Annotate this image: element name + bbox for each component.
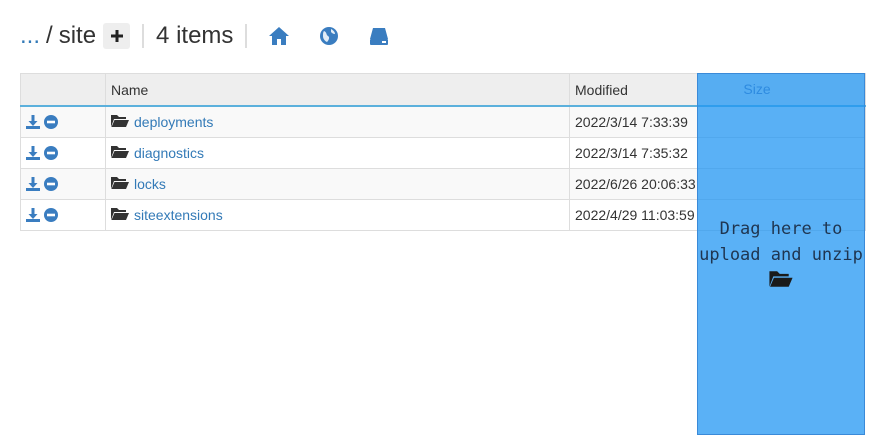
modified-cell: 2022/3/14 7:35:32 xyxy=(569,137,698,169)
folder-icon xyxy=(111,176,129,193)
folder-icon xyxy=(111,114,129,131)
modified-column-header[interactable]: Modified xyxy=(569,73,698,107)
plus-icon xyxy=(110,30,123,42)
download-icon[interactable] xyxy=(26,115,40,129)
delete-icon[interactable] xyxy=(44,115,58,129)
actions-column-header xyxy=(20,73,106,107)
modified-cell: 2022/6/26 20:06:33 xyxy=(569,168,698,200)
modified-cell: 2022/4/29 11:03:59 xyxy=(569,199,698,231)
folder-icon xyxy=(111,145,129,162)
delete-icon[interactable] xyxy=(44,208,58,222)
download-icon[interactable] xyxy=(26,208,40,222)
header-divider xyxy=(245,24,248,48)
breadcrumb-separator: / xyxy=(46,22,53,49)
dropzone-text: Drag here to upload and unzip xyxy=(699,218,863,265)
folder-icon xyxy=(111,207,129,224)
folder-open-icon xyxy=(769,270,793,293)
name-column-header[interactable]: Name xyxy=(105,73,570,107)
breadcrumb-parent-link[interactable]: ... xyxy=(20,22,40,50)
download-icon[interactable] xyxy=(26,177,40,191)
header-divider xyxy=(142,24,145,48)
folder-link[interactable]: locks xyxy=(134,176,166,192)
modified-cell: 2022/3/14 7:33:39 xyxy=(569,105,698,138)
globe-icon[interactable] xyxy=(317,24,341,48)
nav-icon-group xyxy=(267,24,417,48)
home-icon[interactable] xyxy=(267,24,291,48)
drive-icon[interactable] xyxy=(367,24,391,48)
breadcrumb-bar: ... / site 4 items xyxy=(20,18,417,54)
folder-link[interactable]: diagnostics xyxy=(134,145,204,161)
breadcrumb-current: site xyxy=(58,22,97,49)
delete-icon[interactable] xyxy=(44,177,58,191)
download-icon[interactable] xyxy=(26,146,40,160)
folder-link[interactable]: deployments xyxy=(134,114,213,130)
upload-dropzone[interactable]: Drag here to upload and unzip xyxy=(697,73,865,435)
add-item-button[interactable] xyxy=(103,23,131,49)
size-column-header: Size xyxy=(743,81,771,97)
delete-icon[interactable] xyxy=(44,146,58,160)
item-count: 4 items xyxy=(156,22,234,49)
folder-link[interactable]: siteextensions xyxy=(134,207,223,223)
